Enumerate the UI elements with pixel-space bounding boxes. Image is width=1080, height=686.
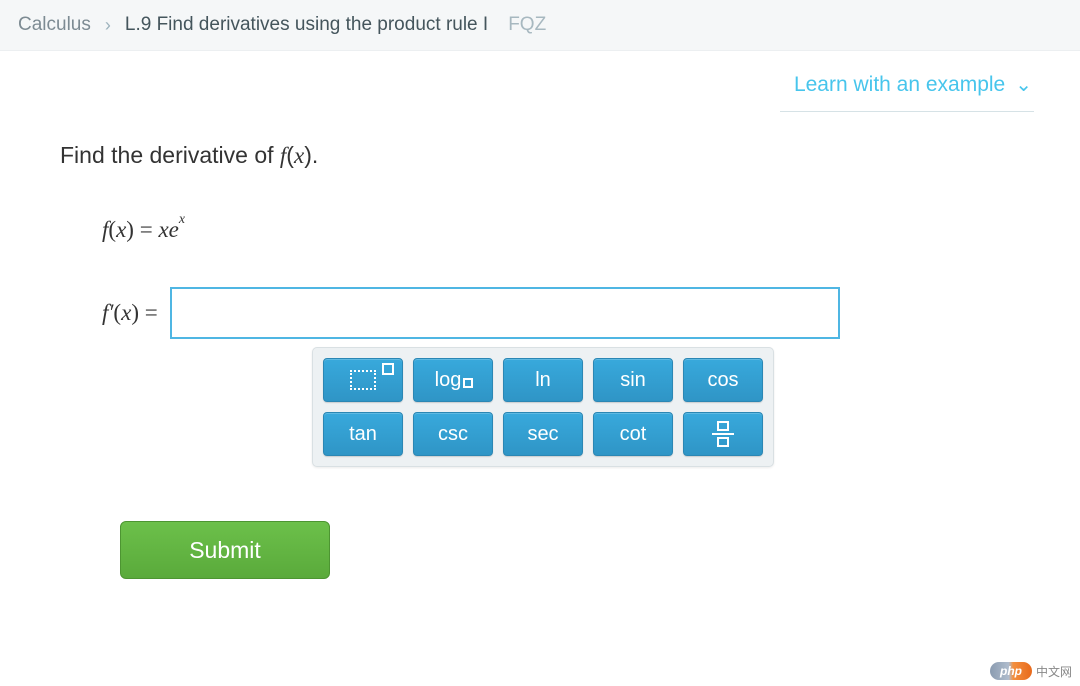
exponent-base-icon xyxy=(350,370,376,390)
learn-with-example-label: Learn with an example xyxy=(794,73,1005,97)
key-cos[interactable]: cos xyxy=(683,358,763,402)
key-sec[interactable]: sec xyxy=(503,412,583,456)
eq-coeff: x xyxy=(158,217,168,243)
keypad-row-1: log ln sin cos xyxy=(323,358,763,402)
answer-input[interactable] xyxy=(170,287,840,339)
key-log[interactable]: log xyxy=(413,358,493,402)
key-ln[interactable]: ln xyxy=(503,358,583,402)
breadcrumb: Calculus › L.9 Find derivatives using th… xyxy=(0,0,1080,51)
key-log-label: log xyxy=(435,369,462,392)
key-fraction[interactable] xyxy=(683,412,763,456)
key-tan-label: tan xyxy=(349,423,377,446)
learn-with-example-link[interactable]: Learn with an example ⌄ xyxy=(780,73,1034,112)
log-subscript-icon xyxy=(463,378,473,391)
learn-bar: Learn with an example ⌄ xyxy=(0,51,1080,112)
site-badge[interactable]: php 中文网 xyxy=(990,662,1072,680)
breadcrumb-course[interactable]: Calculus xyxy=(18,14,91,36)
key-cot-label: cot xyxy=(620,423,647,446)
prompt-fn: f xyxy=(280,143,286,168)
answer-fn: f′ xyxy=(102,300,113,326)
badge-pill: php xyxy=(990,662,1032,680)
key-sec-label: sec xyxy=(527,423,558,446)
badge-text: 中文网 xyxy=(1036,663,1072,680)
exponent-sup-icon xyxy=(382,363,394,375)
eq-var: x xyxy=(116,217,126,243)
answer-equals: = xyxy=(145,300,158,326)
eq-base: e xyxy=(169,217,179,243)
answer-row: f′(x) = xyxy=(102,287,1080,339)
keypad-row-2: tan csc sec cot xyxy=(323,412,763,456)
eq-fn: f xyxy=(102,217,108,243)
key-sin-label: sin xyxy=(620,369,646,392)
fraction-icon xyxy=(712,421,734,447)
submit-button[interactable]: Submit xyxy=(120,521,330,579)
chevron-down-icon: ⌄ xyxy=(1015,75,1032,95)
eq-equals: = xyxy=(140,217,153,243)
key-exponent[interactable] xyxy=(323,358,403,402)
question-prompt: Find the derivative of f(x). xyxy=(60,142,1080,169)
prompt-var: x xyxy=(294,143,304,168)
eq-exp: x xyxy=(179,211,185,227)
breadcrumb-code: FQZ xyxy=(508,14,546,36)
math-keypad: log ln sin cos tan csc sec cot xyxy=(312,347,774,467)
breadcrumb-skill: L.9 Find derivatives using the product r… xyxy=(125,14,488,36)
key-cot[interactable]: cot xyxy=(593,412,673,456)
prompt-prefix: Find the derivative of xyxy=(60,142,280,168)
key-tan[interactable]: tan xyxy=(323,412,403,456)
question-content: Find the derivative of f(x). f(x) = xex … xyxy=(0,112,1080,579)
answer-var: x xyxy=(121,300,131,326)
chevron-right-icon: › xyxy=(105,15,111,36)
given-equation: f(x) = xex xyxy=(102,217,1080,243)
key-csc[interactable]: csc xyxy=(413,412,493,456)
key-sin[interactable]: sin xyxy=(593,358,673,402)
key-cos-label: cos xyxy=(707,369,738,392)
prompt-suffix: . xyxy=(312,142,318,168)
key-ln-label: ln xyxy=(535,369,551,392)
key-csc-label: csc xyxy=(438,423,468,446)
